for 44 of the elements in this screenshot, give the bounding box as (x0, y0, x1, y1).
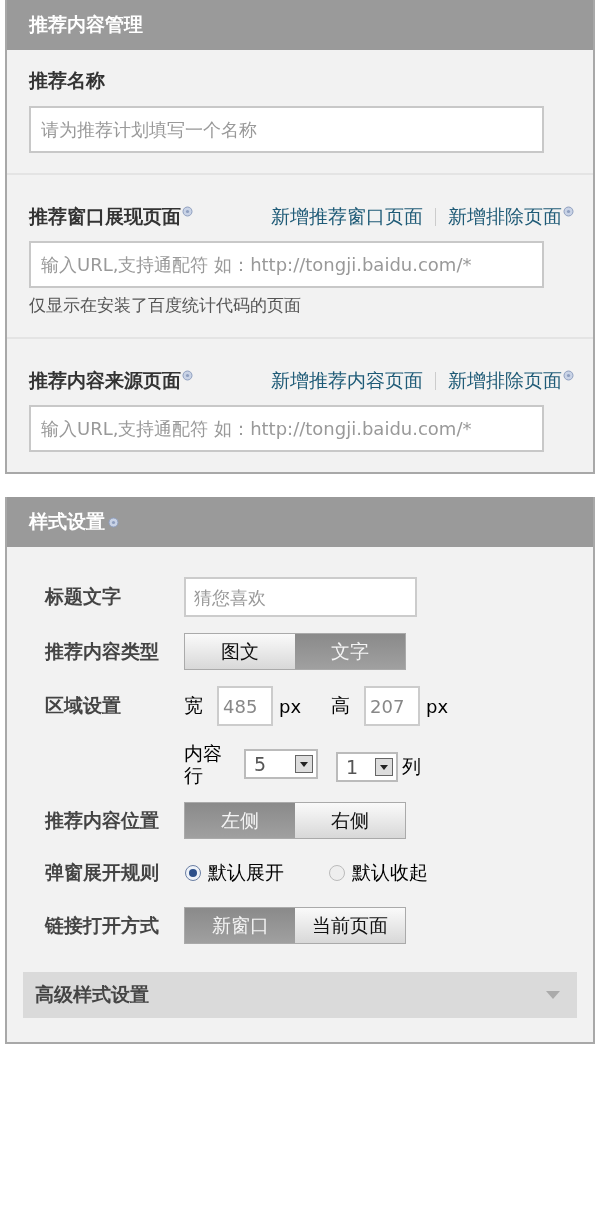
help-icon[interactable] (182, 206, 193, 217)
hint-text: 仅显示在安装了百度统计代码的页面 (29, 294, 302, 317)
help-icon[interactable] (182, 370, 193, 381)
url-input[interactable]: 输入URL,支持通配符 如：http://tongji.baidu.com/* (29, 405, 544, 452)
cols-select[interactable]: 1 (336, 752, 398, 782)
help-icon[interactable] (108, 516, 119, 528)
caret-icon (375, 758, 393, 776)
unit-label: px (426, 695, 449, 717)
setting-label: 推荐内容类型 (45, 639, 159, 662)
caret-icon (295, 755, 313, 773)
unit-label: px (279, 695, 302, 717)
radio-option[interactable]: 默认收起 (328, 860, 428, 886)
add-page-link[interactable]: 新增推荐窗口页面 (271, 205, 423, 227)
cols-label: 列 (402, 754, 421, 779)
setting-label: 链接打开方式 (45, 913, 159, 936)
help-icon[interactable] (563, 206, 574, 217)
field-label: 推荐内容来源页面 (29, 369, 181, 391)
segment-button[interactable]: 图文 (185, 634, 295, 669)
field-label: 推荐名称 (29, 68, 106, 93)
segment-button[interactable]: 右侧 (295, 803, 405, 838)
segment-button[interactable]: 当前页面 (295, 908, 405, 943)
setting-label: 区域设置 (45, 694, 121, 716)
panel-title: 样式设置 (29, 509, 105, 534)
width-label: 宽 (184, 693, 203, 718)
setting-label: 推荐内容位置 (45, 808, 159, 831)
radio-option[interactable]: 默认展开 (184, 860, 284, 886)
help-icon[interactable] (563, 370, 574, 381)
width-input[interactable]: 485 (217, 686, 273, 726)
add-exclude-link[interactable]: 新增排除页面 (448, 369, 562, 391)
advanced-settings-bar[interactable]: 高级样式设置 (23, 972, 577, 1018)
add-exclude-link[interactable]: 新增排除页面 (448, 205, 562, 227)
add-page-link[interactable]: 新增推荐内容页面 (271, 369, 423, 391)
height-input[interactable]: 207 (364, 686, 421, 726)
title-input[interactable]: 猜您喜欢 (184, 577, 417, 617)
name-input[interactable]: 请为推荐计划填写一个名称 (29, 106, 544, 153)
rows-select[interactable]: 5 (244, 749, 318, 779)
panel-title: 推荐内容管理 (29, 12, 143, 37)
url-input[interactable]: 输入URL,支持通配符 如：http://tongji.baidu.com/* (29, 241, 544, 288)
height-label: 高 (331, 693, 351, 718)
rows-label: 内容行 (184, 742, 223, 786)
field-label: 推荐窗口展现页面 (29, 205, 181, 227)
setting-label: 弹窗展开规则 (45, 861, 159, 883)
caret-icon (545, 990, 561, 1000)
setting-label: 标题文字 (45, 585, 121, 607)
